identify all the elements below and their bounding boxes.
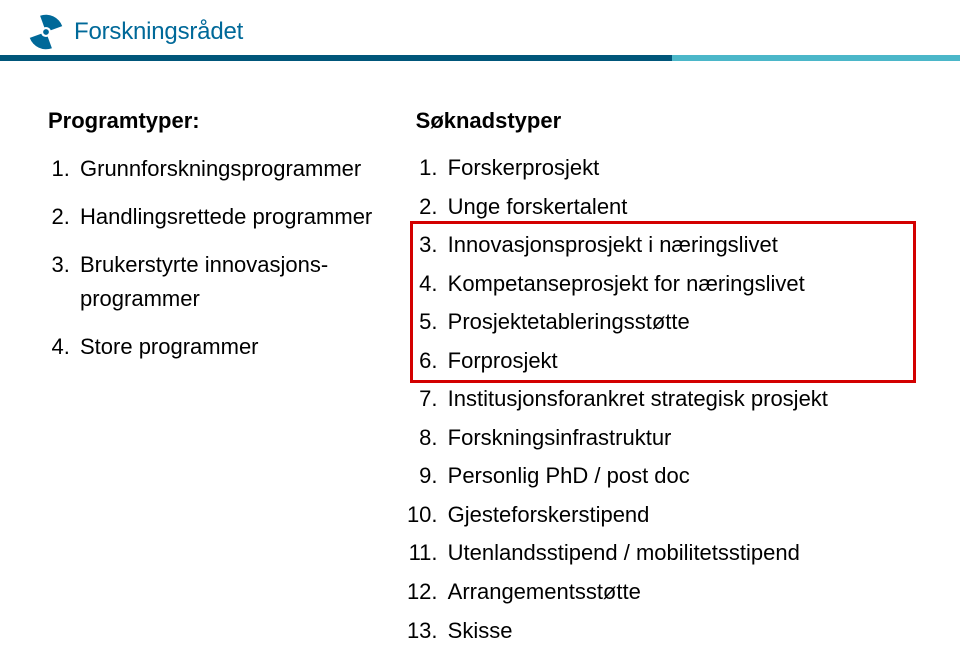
list-item: Innovasjonsprosjekt i næringslivet	[444, 229, 912, 262]
application-types-heading: Søknadstyper	[416, 108, 912, 134]
application-types-column: Søknadstyper Forskerprosjekt Unge forske…	[416, 108, 912, 653]
list-item: Utenlandsstipend / mobilitetsstipend	[444, 537, 912, 570]
list-item: Unge forskertalent	[444, 191, 912, 224]
list-item: Kompetanseprosjekt for næringslivet	[444, 268, 912, 301]
header-bar: Forskningsrådet	[0, 0, 960, 70]
brand-text: Forskningsrådet	[74, 18, 243, 46]
list-item: Store programmer	[76, 330, 392, 364]
list-item: Institusjonsforankret strategisk prosjek…	[444, 383, 912, 416]
list-item: Handlingsrettede programmer	[76, 200, 392, 234]
program-types-column: Programtyper: Grunnforskningsprogrammer …	[48, 108, 392, 653]
accent-bar	[0, 55, 960, 61]
program-types-heading: Programtyper:	[48, 108, 392, 134]
list-item: Grunnforskningsprogrammer	[76, 152, 392, 186]
list-item: Forprosjekt	[444, 345, 912, 378]
program-types-list: Grunnforskningsprogrammer Handlingsrette…	[48, 152, 392, 364]
list-item: Prosjektetableringsstøtte	[444, 306, 912, 339]
content-area: Programtyper: Grunnforskningsprogrammer …	[0, 70, 960, 653]
brand-mark-icon	[28, 14, 64, 50]
list-item: Forskningsinfrastruktur	[444, 422, 912, 455]
list-item: Gjesteforskerstipend	[444, 499, 912, 532]
list-item: Skisse	[444, 615, 912, 648]
list-item: Arrangementsstøtte	[444, 576, 912, 609]
application-types-list: Forskerprosjekt Unge forskertalent Innov…	[416, 152, 912, 647]
brand-logo: Forskningsrådet	[28, 14, 243, 50]
list-item: Personlig PhD / post doc	[444, 460, 912, 493]
list-item: Brukerstyrte innovasjons-programmer	[76, 248, 392, 316]
list-item: Forskerprosjekt	[444, 152, 912, 185]
